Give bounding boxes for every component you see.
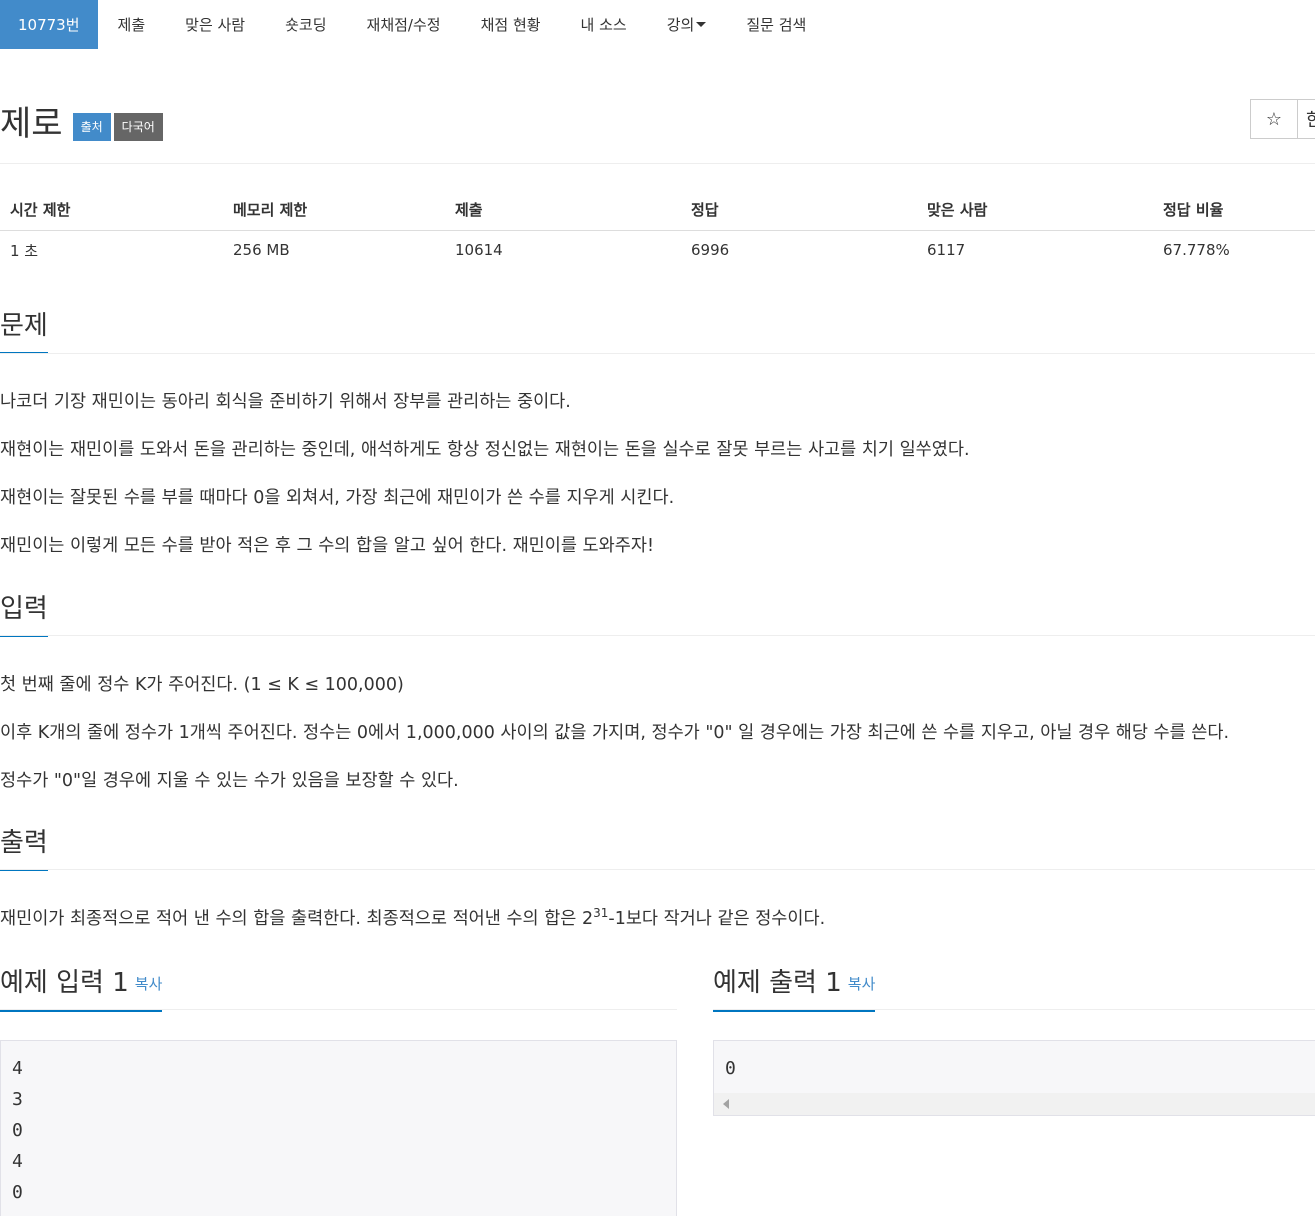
scroll-left-arrow-icon[interactable] (723, 1099, 729, 1109)
problem-title-row: 제로 출처 다국어 (0, 96, 163, 146)
value-solved-users: 6117 (927, 241, 966, 260)
nav-lecture-label: 강의 (666, 16, 695, 34)
description-paragraph: 재현이는 잘못된 수를 부를 때마다 0을 외쳐서, 가장 최근에 재민이가 쓴… (0, 488, 675, 508)
sample-output-box[interactable]: 0 (713, 1040, 1315, 1116)
extra-button-label: 한 (1306, 106, 1315, 132)
header-submissions: 제출 (445, 190, 681, 231)
nav-rejudge[interactable]: 재채점/수정 (347, 0, 461, 49)
description-paragraph: 나코더 기장 재민이는 동아리 회식을 준비하기 위해서 장부를 관리하는 중이… (0, 392, 571, 412)
description-heading: 문제 (0, 308, 48, 354)
output-text-before: 재민이가 최종적으로 적어 낸 수의 합을 출력한다. 최종적으로 적어낸 수의… (0, 909, 594, 929)
sample-input-title: 예제 입력 1 (0, 968, 129, 998)
page-title: 제로 (0, 104, 63, 144)
description-divider (0, 353, 1315, 354)
input-paragraph: 이후 K개의 줄에 정수가 1개씩 주어진다. 정수는 0에서 1,000,00… (0, 723, 1230, 743)
sample-output-title: 예제 출력 1 (713, 968, 842, 998)
nav-short-coding[interactable]: 숏코딩 (265, 0, 346, 49)
sample-input-line: 3 (12, 1089, 23, 1110)
star-icon: ☆ (1265, 108, 1283, 130)
table-row: 1 초 256 MB 10614 6996 6117 67.778% (0, 230, 1315, 270)
copy-sample-output-link[interactable]: 복사 (848, 975, 876, 993)
nav-status[interactable]: 채점 현황 (461, 0, 561, 49)
header-solved-users: 맞은 사람 (917, 190, 1153, 231)
sample-input-line: 4 (12, 1151, 23, 1172)
sample-input-box[interactable]: 4 3 0 4 0 (0, 1040, 677, 1216)
problem-nav: 10773번 제출 맞은 사람 숏코딩 재채점/수정 채점 현황 내 소스 강의… (0, 0, 1315, 49)
star-button[interactable]: ☆ (1250, 99, 1298, 139)
multilang-badge[interactable]: 다국어 (113, 113, 163, 141)
sample-input-heading: 예제 입력 1 복사 (0, 965, 163, 1012)
sample-input-line: 0 (12, 1120, 23, 1141)
table-header-row: 시간 제한 메모리 제한 제출 정답 맞은 사람 정답 비율 (0, 190, 1315, 231)
sample-input-line: 0 (12, 1182, 23, 1203)
source-badge[interactable]: 출처 (72, 113, 111, 141)
nav-submit[interactable]: 제출 (98, 0, 166, 49)
header-accept-ratio: 정답 비율 (1153, 190, 1315, 231)
problem-info-table: 시간 제한 메모리 제한 제출 정답 맞은 사람 정답 비율 1 초 256 M… (0, 190, 1315, 270)
sample-output-divider (713, 1009, 1315, 1010)
nav-my-source[interactable]: 내 소스 (561, 0, 647, 49)
title-divider (0, 163, 1315, 164)
description-paragraph: 재민이는 이렇게 모든 수를 받아 적은 후 그 수의 합을 알고 싶어 한다.… (0, 536, 654, 556)
nav-lecture-dropdown[interactable]: 강의 (647, 0, 727, 49)
title-button-group: ☆ 한 (1250, 99, 1315, 139)
sample-output-heading: 예제 출력 1 복사 (713, 965, 876, 1012)
output-text-after: -1보다 작거나 같은 정수이다. (608, 909, 826, 929)
nav-accepted-users[interactable]: 맞은 사람 (165, 0, 265, 49)
header-time-limit: 시간 제한 (0, 190, 223, 231)
horizontal-scrollbar[interactable] (714, 1093, 1315, 1115)
header-memory-limit: 메모리 제한 (223, 190, 445, 231)
sample-input-line: 4 (12, 1058, 23, 1079)
nav-problem-id[interactable]: 10773번 (0, 0, 98, 49)
output-paragraph: 재민이가 최종적으로 적어 낸 수의 합을 출력한다. 최종적으로 적어낸 수의… (0, 906, 825, 932)
nav-question-search[interactable]: 질문 검색 (726, 0, 826, 49)
description-paragraph: 재현이는 재민이를 도와서 돈을 관리하는 중인데, 애석하게도 항상 정신없는… (0, 440, 970, 460)
value-accept-ratio: 67.778% (1163, 241, 1230, 260)
nav-problem-id-label: 10773번 (18, 16, 80, 34)
value-submissions: 10614 (455, 241, 503, 260)
input-paragraph: 정수가 "0"일 경우에 지울 수 있는 수가 있음을 보장할 수 있다. (0, 771, 459, 791)
caret-down-icon (696, 22, 707, 27)
value-memory-limit: 256 MB (233, 241, 290, 260)
output-divider (0, 869, 1315, 870)
input-divider (0, 635, 1315, 636)
value-time-limit: 1 초 (10, 241, 39, 260)
header-accepted: 정답 (681, 190, 917, 231)
extra-button[interactable]: 한 (1297, 99, 1315, 139)
output-heading: 출력 (0, 825, 48, 871)
sample-input-divider (0, 1009, 677, 1010)
input-paragraph: 첫 번째 줄에 정수 K가 주어진다. (1 ≤ K ≤ 100,000) (0, 675, 404, 695)
value-accepted: 6996 (691, 241, 730, 260)
sample-output-line: 0 (725, 1058, 736, 1079)
input-heading: 입력 (0, 591, 48, 637)
copy-sample-input-link[interactable]: 복사 (135, 975, 163, 993)
output-exponent: 31 (593, 906, 609, 921)
